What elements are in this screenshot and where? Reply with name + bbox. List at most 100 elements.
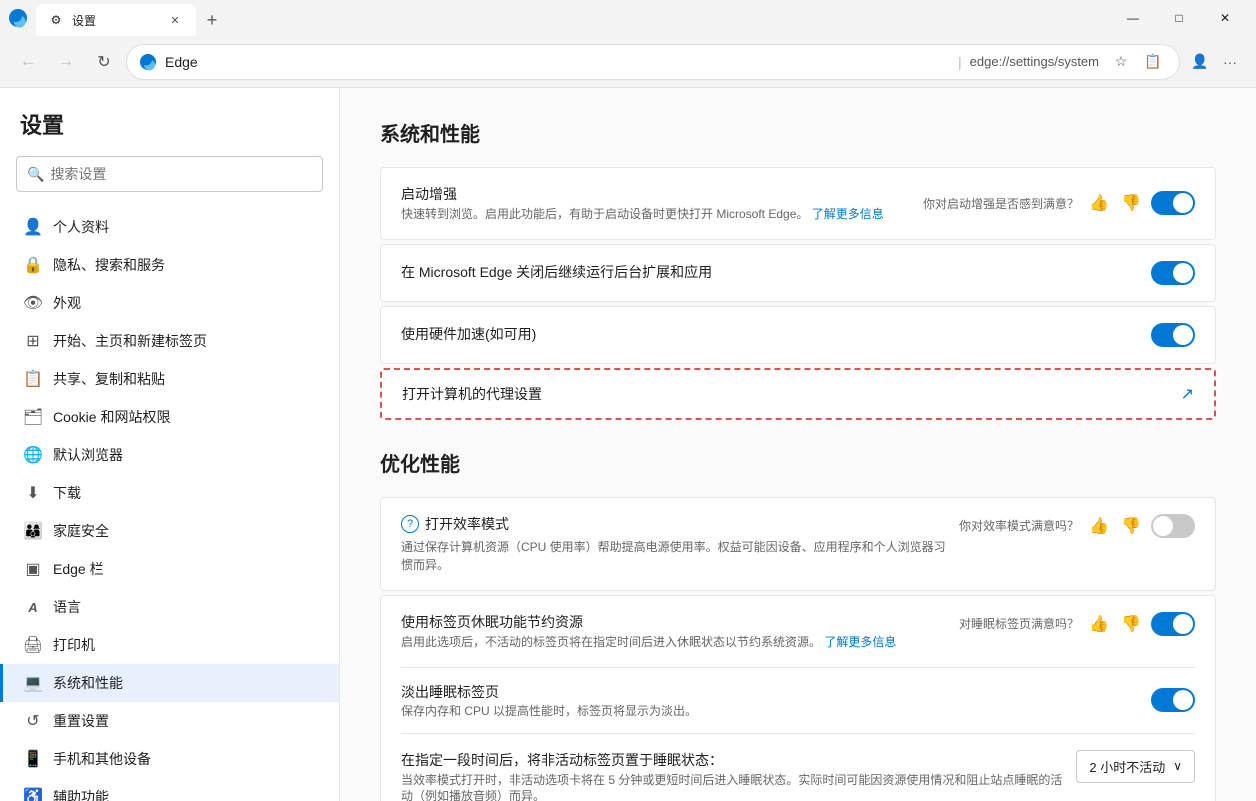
background-run-title: 在 Microsoft Edge 关闭后继续运行后台扩展和应用 [401, 262, 1139, 282]
profile-icon[interactable]: 👤 [1186, 48, 1214, 76]
sidebar-item-appearance[interactable]: 👁 外观 [0, 284, 339, 322]
background-run-toggle[interactable] [1151, 261, 1195, 285]
back-button[interactable]: ← [12, 46, 44, 78]
sleep-tabs-title: 使用标签页休眠功能节约资源 [401, 612, 947, 632]
address-bar[interactable]: Edge | edge://settings/system ☆ 📋 [126, 44, 1180, 80]
sidebar-item-label: 辅助功能 [53, 787, 109, 801]
share-nav-icon: 📋 [23, 369, 43, 389]
nav-bar: ← → ↻ Edge | edge://settings/system ☆ 📋 … [0, 36, 1256, 88]
sidebar-item-label: Cookie 和网站权限 [53, 407, 170, 427]
address-separator: | [958, 54, 962, 70]
startup-boost-card: 启动增强 快速转到浏览。启用此功能后，有助于启动设备时更快打开 Microsof… [380, 167, 1216, 240]
forward-button[interactable]: → [50, 46, 82, 78]
favorites-icon[interactable]: ☆ [1107, 48, 1135, 76]
startup-boost-title: 启动增强 [401, 184, 911, 204]
close-button[interactable]: ✕ [1202, 0, 1248, 36]
main-content: 系统和性能 启动增强 快速转到浏览。启用此功能后，有助于启动设备时更快打开 Mi… [340, 88, 1256, 801]
hardware-accel-title: 使用硬件加速(如可用) [401, 324, 1139, 344]
sidebar-item-accessibility[interactable]: ♿ 辅助功能 [0, 778, 339, 801]
sidebar-item-label: 默认浏览器 [53, 445, 123, 465]
sleep-tabs-row: 使用标签页休眠功能节约资源 启用此选项后，不活动的标签页将在指定时间后进入休眠状… [381, 596, 1215, 667]
efficiency-mode-title: 打开效率模式 [425, 514, 509, 534]
start-nav-icon: ⊞ [23, 331, 43, 351]
efficiency-thumbdown-button[interactable]: 👎 [1119, 514, 1143, 538]
sidebar-item-edgebar[interactable]: ▣ Edge 栏 [0, 550, 339, 588]
settings-more-icon[interactable]: ··· [1216, 48, 1244, 76]
sidebar-item-label: 打印机 [53, 635, 95, 655]
title-bar: ⚙ 设置 ✕ + — □ ✕ [0, 0, 1256, 36]
fade-sleep-toggle[interactable] [1151, 688, 1195, 712]
sidebar-item-start[interactable]: ⊞ 开始、主页和新建标签页 [0, 322, 339, 360]
sidebar-item-mobile[interactable]: 📱 手机和其他设备 [0, 740, 339, 778]
sidebar-item-reset[interactable]: ↺ 重置设置 [0, 702, 339, 740]
startup-boost-desc: 快速转到浏览。启用此功能后，有助于启动设备时更快打开 Microsoft Edg… [401, 206, 911, 223]
sidebar-item-share[interactable]: 📋 共享、复制和粘贴 [0, 360, 339, 398]
sidebar-item-privacy[interactable]: 🔒 隐私、搜索和服务 [0, 246, 339, 284]
sidebar-item-language[interactable]: A 语言 [0, 588, 339, 626]
hardware-accel-row: 使用硬件加速(如可用) [381, 307, 1215, 363]
sleep-tabs-toggle[interactable] [1151, 612, 1195, 636]
minimize-button[interactable]: — [1110, 0, 1156, 36]
refresh-button[interactable]: ↻ [88, 46, 120, 78]
sidebar-item-downloads[interactable]: ⬇ 下载 [0, 474, 339, 512]
new-tab-button[interactable]: + [196, 4, 228, 36]
sleep-tabs-thumbup-button[interactable]: 👍 [1087, 612, 1111, 636]
edge-logo-icon [8, 8, 28, 28]
settings-tab[interactable]: ⚙ 设置 ✕ [36, 4, 196, 36]
sidebar-item-label: 隐私、搜索和服务 [53, 255, 165, 275]
fade-sleep-title: 淡出睡眠标签页 [401, 682, 1151, 702]
sidebar-item-profile[interactable]: 👤 个人资料 [0, 208, 339, 246]
tab-bar: ⚙ 设置 ✕ + [36, 0, 1102, 36]
sleep-tabs-thumbdown-button[interactable]: 👎 [1119, 612, 1143, 636]
browser-frame: ⚙ 设置 ✕ + — □ ✕ ← → ↻ Edge | edge://setti… [0, 0, 1256, 801]
tab-close-button[interactable]: ✕ [166, 11, 184, 29]
hardware-accel-content: 使用硬件加速(如可用) [401, 324, 1139, 346]
default-browser-nav-icon: 🌐 [23, 445, 43, 465]
fade-sleep-content: 淡出睡眠标签页 保存内存和 CPU 以提高性能时，标签页将显示为淡出。 [401, 682, 1151, 719]
hardware-accel-toggle[interactable] [1151, 323, 1195, 347]
sleep-tabs-actions: 对睡眠标签页满意吗？ 👍 👎 [959, 612, 1195, 636]
reset-nav-icon: ↺ [23, 711, 43, 731]
search-box[interactable]: 🔍 [16, 156, 323, 192]
appearance-nav-icon: 👁 [23, 293, 43, 313]
sidebar-item-default-browser[interactable]: 🌐 默认浏览器 [0, 436, 339, 474]
sidebar-item-label: 系统和性能 [53, 673, 123, 693]
search-input[interactable] [50, 166, 312, 182]
efficiency-mode-actions: 你对效率模式满意吗？ 👍 👎 [959, 514, 1195, 538]
accessibility-nav-icon: ♿ [23, 787, 43, 801]
fade-sleep-row: 淡出睡眠标签页 保存内存和 CPU 以提高性能时，标签页将显示为淡出。 [381, 668, 1215, 733]
sidebar-item-label: 开始、主页和新建标签页 [53, 331, 207, 351]
sidebar-item-system[interactable]: 💻 系统和性能 [0, 664, 339, 702]
maximize-button[interactable]: □ [1156, 0, 1202, 36]
sidebar-item-cookies[interactable]: 🗂 Cookie 和网站权限 [0, 398, 339, 436]
sidebar-item-family[interactable]: 👨‍👩‍👦 家庭安全 [0, 512, 339, 550]
collections-icon[interactable]: 📋 [1139, 48, 1167, 76]
sleep-tabs-link[interactable]: 了解更多信息 [824, 635, 896, 649]
profile-nav-icon: 👤 [23, 217, 43, 237]
tab-label: 设置 [72, 12, 96, 29]
startup-boost-toggle[interactable] [1151, 191, 1195, 215]
window-controls: — □ ✕ [1110, 0, 1248, 36]
background-run-row: 在 Microsoft Edge 关闭后继续运行后台扩展和应用 [381, 245, 1215, 301]
main-area: 设置 🔍 👤 个人资料 🔒 隐私、搜索和服务 👁 外观 ⊞ 开始、主页和新建标签… [0, 88, 1256, 801]
efficiency-thumbup-button[interactable]: 👍 [1087, 514, 1111, 538]
external-link-icon[interactable]: ↗ [1181, 384, 1194, 404]
efficiency-rating: 你对效率模式满意吗？ [959, 517, 1079, 534]
sidebar-item-label: 语言 [53, 597, 81, 617]
sleep-tabs-card: 使用标签页休眠功能节约资源 启用此选项后，不活动的标签页将在指定时间后进入休眠状… [380, 595, 1216, 801]
startup-boost-link[interactable]: 了解更多信息 [812, 207, 884, 221]
sidebar: 设置 🔍 👤 个人资料 🔒 隐私、搜索和服务 👁 外观 ⊞ 开始、主页和新建标签… [0, 88, 340, 801]
sleep-tabs-rating: 对睡眠标签页满意吗？ [959, 615, 1079, 632]
search-icon: 🔍 [27, 166, 44, 183]
sidebar-item-label: 外观 [53, 293, 81, 313]
sleep-tabs-desc: 启用此选项后，不活动的标签页将在指定时间后进入休眠状态以节约系统资源。 了解更多… [401, 634, 947, 651]
startup-boost-rating: 你对启动增强是否感到满意？ [923, 195, 1079, 212]
cookies-nav-icon: 🗂 [23, 407, 43, 427]
thumbdown-button[interactable]: 👎 [1119, 191, 1143, 215]
sidebar-item-print[interactable]: 🖨 打印机 [0, 626, 339, 664]
sidebar-item-label: 下载 [53, 483, 81, 503]
efficiency-mode-toggle[interactable] [1151, 514, 1195, 538]
sleep-timer-dropdown[interactable]: 2 小时不活动 ∨ [1076, 750, 1195, 783]
sidebar-item-label: 手机和其他设备 [53, 749, 151, 769]
thumbup-button[interactable]: 👍 [1087, 191, 1111, 215]
